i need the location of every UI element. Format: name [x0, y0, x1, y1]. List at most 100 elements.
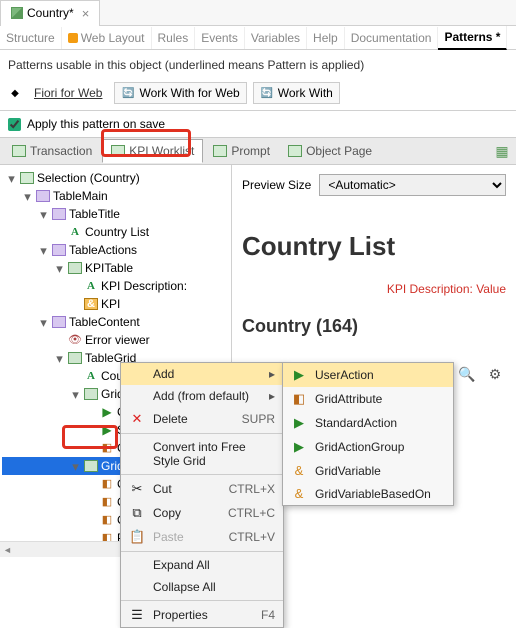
flag-icon: ▶ [291, 439, 307, 455]
tab-rules[interactable]: Rules [152, 27, 196, 49]
cube-icon: ◧ [100, 442, 114, 454]
tab-documentation[interactable]: Documentation [345, 27, 439, 49]
bullet-icon: ◆ [8, 86, 22, 100]
tab-events[interactable]: Events [195, 27, 245, 49]
fiori-for-web-button[interactable]: Fiori for Web [28, 83, 108, 103]
document-tab[interactable]: Country* × [0, 0, 100, 26]
chevron-right-icon: ▸ [269, 367, 275, 381]
tab-help[interactable]: Help [307, 27, 345, 49]
patterns-info: Patterns usable in this object (underlin… [0, 50, 516, 80]
apply-on-save-row: Apply this pattern on save [0, 111, 516, 137]
ctx-collapse-all[interactable]: Collapse All [121, 576, 283, 598]
apply-on-save-checkbox[interactable] [8, 118, 21, 131]
var-icon: & [291, 463, 307, 478]
cube-icon: ◧ [100, 496, 114, 508]
tree-tableactions[interactable]: TableActions [2, 241, 229, 259]
preview-title: Country List [242, 231, 506, 262]
delete-icon: ✕ [129, 411, 145, 427]
tree-tablemain[interactable]: TableMain [2, 187, 229, 205]
var-icon: & [291, 486, 307, 501]
close-icon[interactable]: × [82, 6, 90, 21]
sub-grid-var-based[interactable]: & GridVariableBasedOn [283, 482, 453, 505]
search-icon[interactable]: 🔍 [456, 363, 478, 385]
ww-icon: 🔄 [121, 86, 135, 100]
cube-icon: ◧ [291, 391, 307, 407]
tab-transaction[interactable]: Transaction [4, 140, 100, 162]
tab-structure[interactable]: Structure [0, 27, 62, 49]
tree-tabletitle[interactable]: TableTitle [2, 205, 229, 223]
tree-root[interactable]: Selection (Country) [2, 169, 229, 187]
flag-icon: ▶ [291, 367, 307, 383]
tree-tablecontent[interactable]: TableContent [2, 313, 229, 331]
work-with-button[interactable]: 🔄Work With [253, 82, 340, 104]
text-icon: A [68, 226, 82, 238]
pattern-button-row: ◆ Fiori for Web 🔄Work With for Web 🔄Work… [0, 80, 516, 111]
object-page-tab-icon [288, 145, 302, 157]
preview-size-select[interactable]: <Automatic> [319, 174, 506, 196]
text-icon: A [84, 280, 98, 292]
sub-grid-action-group[interactable]: ▶ GridActionGroup [283, 435, 453, 459]
add-button[interactable]: ▦ [492, 141, 512, 161]
ctx-copy[interactable]: ⧉ CopyCTRL+C [121, 501, 283, 525]
var-icon: & [84, 298, 98, 310]
tab-patterns[interactable]: Patterns * [438, 26, 507, 50]
preview-size-label: Preview Size [242, 178, 311, 192]
tab-variables[interactable]: Variables [245, 27, 307, 49]
tree-country-list[interactable]: ACountry List [2, 223, 229, 241]
pattern-instance-tabs: Transaction KPI Worklist Prompt Object P… [0, 137, 516, 165]
table-icon [52, 244, 66, 256]
kpi-tab-icon [111, 145, 125, 157]
ctx-expand-all[interactable]: Expand All [121, 554, 283, 576]
ctx-add[interactable]: Add ▸ [121, 363, 283, 385]
ctx-delete[interactable]: ✕ DeleteSUPR [121, 407, 283, 431]
cube-icon: ◧ [100, 478, 114, 490]
transaction-tab-icon [12, 145, 26, 157]
tab-title: Country* [27, 6, 74, 20]
grid-icon [84, 460, 98, 472]
add-submenu: ▶ UserAction ◧ GridAttribute ▶ StandardA… [282, 362, 454, 506]
ctx-add-default[interactable]: Add (from default)▸ [121, 385, 283, 407]
properties-icon: ☰ [129, 607, 145, 623]
flag-icon: ▶ [100, 424, 114, 436]
sub-user-action[interactable]: ▶ UserAction [283, 363, 453, 387]
sub-standard-action[interactable]: ▶ StandardAction [283, 411, 453, 435]
layout-icon [68, 33, 78, 43]
tab-object-page[interactable]: Object Page [280, 140, 380, 162]
tab-kpi-worklist[interactable]: KPI Worklist [102, 139, 203, 163]
ctx-properties[interactable]: ☰ PropertiesF4 [121, 603, 283, 627]
preview-size-row: Preview Size <Automatic> [242, 173, 506, 197]
flag-icon: ▶ [291, 415, 307, 431]
sub-grid-variable[interactable]: & GridVariable [283, 459, 453, 482]
grid-icon [68, 352, 82, 364]
context-menu: Add ▸ Add (from default)▸ ✕ DeleteSUPR C… [120, 362, 284, 628]
paste-icon: 📋 [129, 529, 145, 545]
sub-grid-attribute[interactable]: ◧ GridAttribute [283, 387, 453, 411]
preview-subtitle: Country (164) [242, 316, 506, 337]
eye-icon: 👁 [68, 334, 82, 346]
tree-error-viewer[interactable]: 👁Error viewer [2, 331, 229, 349]
ctx-convert[interactable]: Convert into Free Style Grid [121, 436, 283, 472]
preview-kpi-text: KPI Description: Value [242, 282, 506, 296]
root-icon [20, 172, 34, 184]
gear-icon[interactable]: ⚙ [484, 363, 506, 385]
tab-web-layout[interactable]: Web Layout [62, 27, 152, 49]
grid-icon [84, 388, 98, 400]
ctx-cut[interactable]: ✂ CutCTRL+X [121, 477, 283, 501]
apply-on-save-label: Apply this pattern on save [27, 117, 165, 131]
cut-icon: ✂ [129, 481, 145, 497]
cube-icon: ◧ [100, 514, 114, 526]
transaction-icon [11, 7, 23, 19]
flag-icon: ▶ [100, 406, 114, 418]
table-icon [52, 316, 66, 328]
tab-prompt[interactable]: Prompt [205, 140, 278, 162]
tree-kpi[interactable]: &KPI [2, 295, 229, 313]
tree-kpitable[interactable]: KPITable [2, 259, 229, 277]
chevron-right-icon: ▸ [269, 389, 275, 403]
attr-icon: A [84, 370, 98, 382]
ww2-icon: 🔄 [260, 86, 274, 100]
grid-icon [68, 262, 82, 274]
prompt-tab-icon [213, 145, 227, 157]
tree-kpi-desc[interactable]: AKPI Description: [2, 277, 229, 295]
work-with-web-button[interactable]: 🔄Work With for Web [114, 82, 246, 104]
table-icon [36, 190, 50, 202]
